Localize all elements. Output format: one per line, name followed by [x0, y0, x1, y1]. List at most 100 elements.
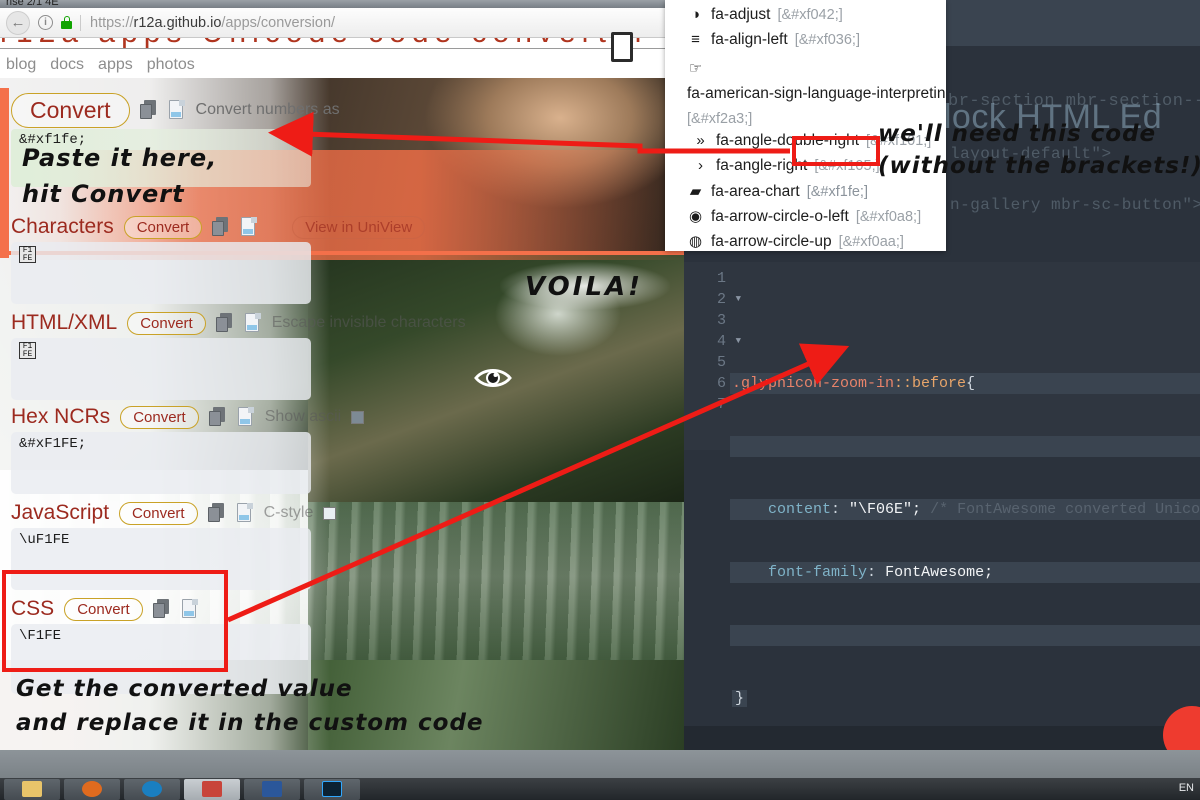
taskbar-item-firefox[interactable] — [64, 778, 120, 800]
html-xml-convert-button[interactable]: Convert — [127, 311, 206, 335]
nav-link-blog[interactable]: blog — [6, 56, 36, 74]
file-icon[interactable] — [236, 503, 254, 523]
c-style-checkbox[interactable] — [323, 506, 337, 520]
show-ascii-checkbox[interactable] — [351, 410, 365, 424]
nav-link-apps[interactable]: apps — [98, 56, 133, 74]
fa-angle-double-right-icon: » — [696, 132, 705, 149]
site-nav: blog docs apps photos — [0, 52, 684, 78]
url-domain: r12a.github.io — [133, 14, 222, 31]
taskbar-item-edge-browser[interactable] — [124, 778, 180, 800]
window-title: rise 2/1 4E — [6, 0, 59, 8]
fa-item-code: [&#xf036;] — [794, 32, 860, 48]
line-number: 4 ▼ — [716, 333, 741, 350]
header-divider — [0, 48, 684, 49]
editor-bottom-strip — [684, 726, 1200, 750]
taskbar-item-photoshop[interactable] — [304, 778, 360, 800]
code-text[interactable]: .glyphicon-zoom-in::before{ content: "\F… — [730, 268, 1200, 707]
javascript-header: JavaScript Convert C-style — [0, 498, 684, 528]
code-editor-pane[interactable]: 1 2 ▼ 3 4 ▼ 5 6 7 .glyphicon-zoom-in::befo… — [684, 262, 1200, 707]
browser-url-bar[interactable]: ← i https://r12a.github.io/apps/conversi… — [0, 8, 684, 38]
tool-block-html-xml: HTML/XML Convert Escape invisible charac… — [0, 308, 684, 400]
copy-icon[interactable] — [208, 407, 227, 427]
convert-button[interactable]: Convert — [11, 92, 130, 128]
taskbar-item-mozilla-app[interactable] — [184, 778, 240, 800]
url-prefix: https:// — [90, 14, 134, 31]
fa-item-code-highlighted: [&#xf1fe;] — [806, 184, 868, 200]
line-number: 5 — [716, 354, 726, 371]
copy-icon[interactable] — [207, 503, 226, 523]
javascript-hint: C-style — [263, 504, 314, 521]
line-number: 6 — [716, 375, 726, 392]
copy-icon[interactable] — [139, 100, 158, 120]
javascript-convert-button[interactable]: Convert — [119, 501, 198, 525]
fa-american-sign-language-interpreting-icon: ☞ — [688, 60, 703, 77]
fa-item-code: [&#xf0a8;] — [855, 209, 922, 225]
highlight-box-fa-code — [792, 136, 880, 166]
file-icon[interactable] — [240, 217, 258, 237]
css-value-family: FontAwesome; — [885, 564, 994, 581]
url-text[interactable]: https://r12a.github.io/apps/conversion/ — [90, 15, 335, 31]
code-line-2: .glyphicon-zoom-in::before{ — [730, 373, 1200, 394]
url-separator — [80, 14, 81, 31]
windows-taskbar: EN — [0, 750, 1200, 800]
fa-area-chart-icon: ▰ — [689, 183, 702, 200]
fa-item-code: [&#xf0aa;] — [838, 234, 904, 250]
hex-ncrs-convert-button[interactable]: Convert — [120, 405, 199, 429]
characters-output-box[interactable]: F1 FE — [11, 242, 311, 304]
file-icon[interactable] — [168, 100, 186, 120]
code-line-6 — [730, 625, 1200, 646]
convert-hint: Convert numbers as — [195, 101, 340, 118]
fa-adjust-icon: ◑ — [690, 6, 701, 23]
taskbar-language-indicator[interactable]: EN — [1179, 782, 1194, 794]
html-xml-label: HTML/XML — [11, 311, 118, 334]
html-xml-output-box[interactable]: F1 FE — [11, 338, 311, 400]
fa-item-name: fa-arrow-circle-up — [711, 233, 832, 250]
line-number: 2 ▼ — [716, 291, 741, 308]
padlock-icon — [61, 16, 72, 29]
taskbar-item-word[interactable] — [244, 778, 300, 800]
hex-ncrs-label: Hex NCRs — [11, 405, 111, 428]
fa-list-item[interactable]: ◑ fa-adjust [&#xf042;] — [687, 6, 946, 31]
characters-label: Characters — [11, 215, 114, 238]
fa-item-code: [&#xf2a3;] — [687, 111, 753, 127]
view-in-uniview-button[interactable]: View in UniView — [292, 215, 426, 239]
javascript-output-value: \uF1FE — [19, 532, 70, 548]
taskbar-item-file-explorer[interactable] — [4, 778, 60, 800]
fa-align-left-icon: ≡ — [691, 31, 700, 48]
code-gutter: 1 2 ▼ 3 4 ▼ 5 6 7 — [684, 262, 741, 450]
voila-note: VOILA! — [525, 272, 643, 302]
missing-glyph-icon: F1 FE — [19, 246, 36, 263]
note-replace-value: Get the converted value and replace it i… — [16, 676, 484, 736]
fa-list-item[interactable]: ≡ fa-align-left [&#xf036;] — [687, 31, 946, 56]
code-line-7: } — [730, 688, 1200, 709]
hex-ncrs-output-box[interactable]: &#xF1FE; — [11, 432, 311, 494]
nav-link-photos[interactable]: photos — [147, 56, 195, 74]
html-xml-hint: Escape invisible characters — [271, 314, 466, 331]
css-prop-content: content — [768, 501, 832, 518]
css-value-content: "\F06E"; — [849, 501, 922, 518]
back-arrow-icon[interactable]: ← — [6, 10, 30, 35]
highlight-box-css-block — [2, 570, 228, 672]
mobile-phone-icon[interactable] — [611, 32, 633, 62]
nav-link-docs[interactable]: docs — [50, 56, 84, 74]
note-need-this-code: we'll need this code (without the bracke… — [878, 121, 1200, 179]
fa-list-item[interactable]: ◉ fa-arrow-circle-o-left [&#xf0a8;] — [687, 207, 946, 232]
characters-convert-button[interactable]: Convert — [123, 215, 203, 239]
fa-arrow-circle-up-icon: ◍ — [688, 233, 703, 250]
fa-arrow-circle-o-left-icon: ◉ — [688, 208, 703, 225]
copy-icon[interactable] — [215, 313, 234, 333]
page-title-band: r12a apps Unicode code converter — [0, 38, 684, 52]
editor-ghost-markup-3: n-gallery mbr-sc-button"> — [950, 196, 1200, 214]
fa-list-item[interactable]: ◍ fa-arrow-circle-up [&#xf0aa;] — [687, 232, 946, 251]
info-circle-icon[interactable]: i — [38, 15, 53, 30]
fa-item-name: fa-arrow-circle-o-left — [711, 208, 849, 225]
fa-list-item-area-chart[interactable]: ▰ fa-area-chart [&#xf1fe;] — [687, 182, 946, 207]
copy-icon[interactable] — [212, 217, 230, 237]
line-number: 1 — [716, 270, 726, 287]
file-icon[interactable] — [237, 407, 255, 427]
css-prop-family: font-family — [768, 564, 868, 581]
hex-ncrs-output-value: &#xF1FE; — [19, 436, 87, 452]
fa-item-name: fa-area-chart — [711, 183, 800, 200]
file-icon[interactable] — [244, 313, 262, 333]
